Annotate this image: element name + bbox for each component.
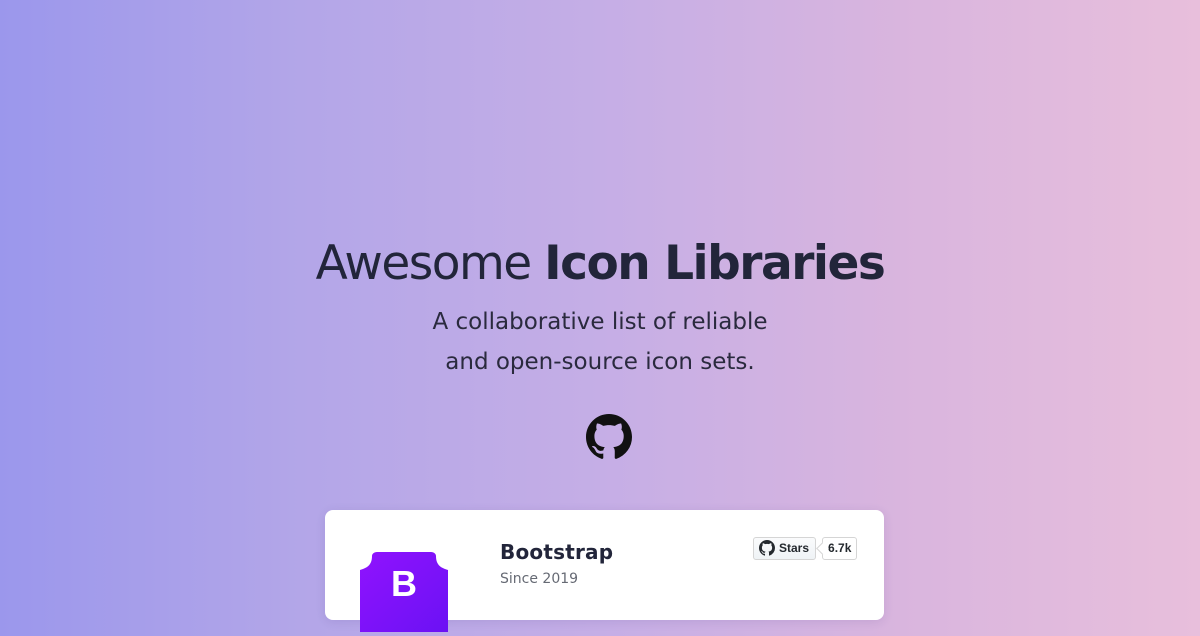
page-title: Awesome Icon Libraries bbox=[0, 236, 1200, 291]
library-card-bootstrap[interactable]: B Bootstrap Since 2019 Stars 6.7k bbox=[325, 510, 884, 632]
github-stars-widget: Stars 6.7k bbox=[753, 536, 858, 560]
github-stars-button[interactable]: Stars bbox=[753, 536, 817, 560]
github-icon bbox=[759, 540, 775, 556]
subtitle-line-1: A collaborative list of reliable bbox=[432, 309, 768, 335]
library-name[interactable]: Bootstrap bbox=[500, 540, 613, 564]
subtitle-line-2: and open-source icon sets. bbox=[445, 349, 755, 375]
svg-text:B: B bbox=[391, 563, 417, 604]
title-light-part: Awesome bbox=[315, 236, 545, 292]
stars-label: Stars bbox=[779, 541, 810, 555]
page-subtitle: A collaborative list of reliable and ope… bbox=[0, 302, 1200, 382]
bootstrap-logo-icon: B bbox=[358, 552, 450, 632]
stars-count-value: 6.7k bbox=[828, 541, 852, 555]
library-since: Since 2019 bbox=[500, 571, 579, 587]
stars-count[interactable]: 6.7k bbox=[822, 536, 858, 560]
github-repo-link[interactable] bbox=[586, 414, 632, 460]
title-bold-part: Icon Libraries bbox=[544, 236, 886, 292]
github-icon bbox=[586, 414, 632, 459]
